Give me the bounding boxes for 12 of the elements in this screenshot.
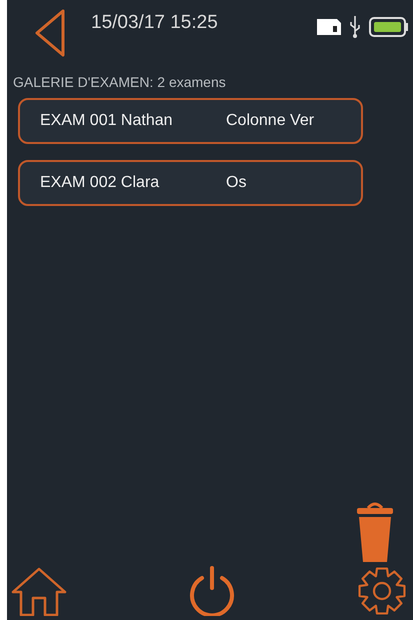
sd-card-icon: [317, 19, 341, 35]
home-icon[interactable]: [11, 566, 67, 616]
date-time: 15/03/17 15:25: [91, 12, 218, 34]
exam-item[interactable]: EXAM 002 Clara Os: [18, 160, 363, 206]
power-icon[interactable]: [188, 566, 236, 616]
gallery-title: GALERIE D'EXAMEN: 2 examens: [13, 74, 227, 90]
exam-item[interactable]: EXAM 001 Nathan Colonne Ver: [18, 98, 363, 144]
trash-icon[interactable]: [355, 500, 395, 562]
battery-icon: [369, 17, 409, 37]
usb-icon: [349, 16, 361, 38]
settings-icon[interactable]: [357, 566, 407, 616]
back-icon[interactable]: [33, 8, 67, 58]
